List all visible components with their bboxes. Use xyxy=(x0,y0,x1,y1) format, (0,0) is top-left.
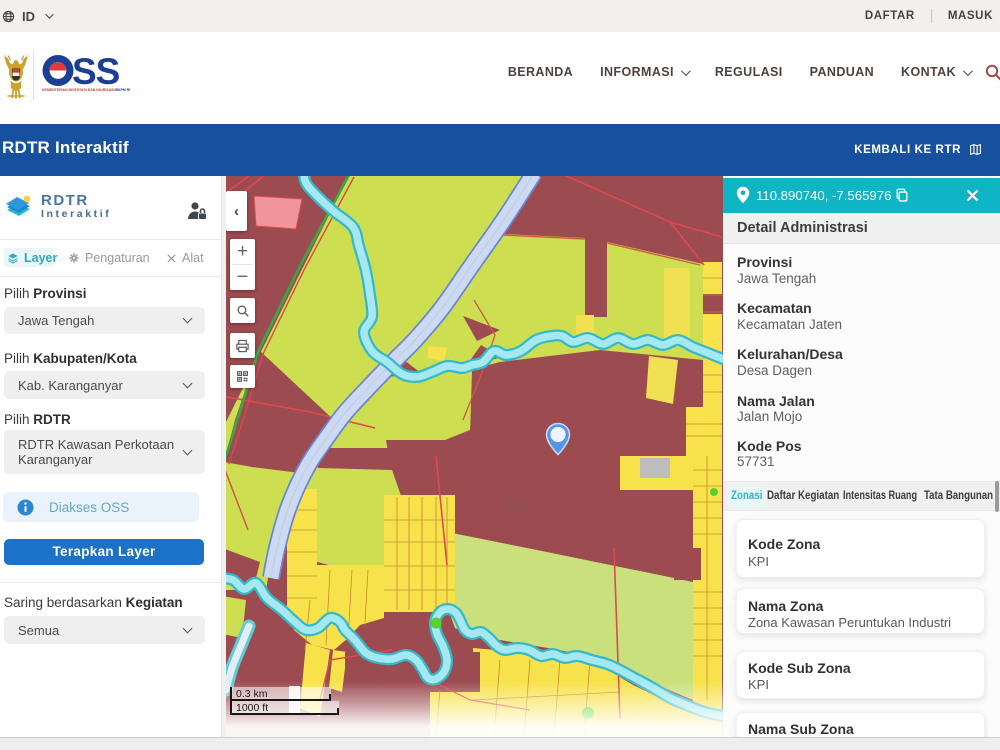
svg-text:114 m: 114 m xyxy=(508,502,531,512)
svg-text:SS: SS xyxy=(72,53,120,88)
